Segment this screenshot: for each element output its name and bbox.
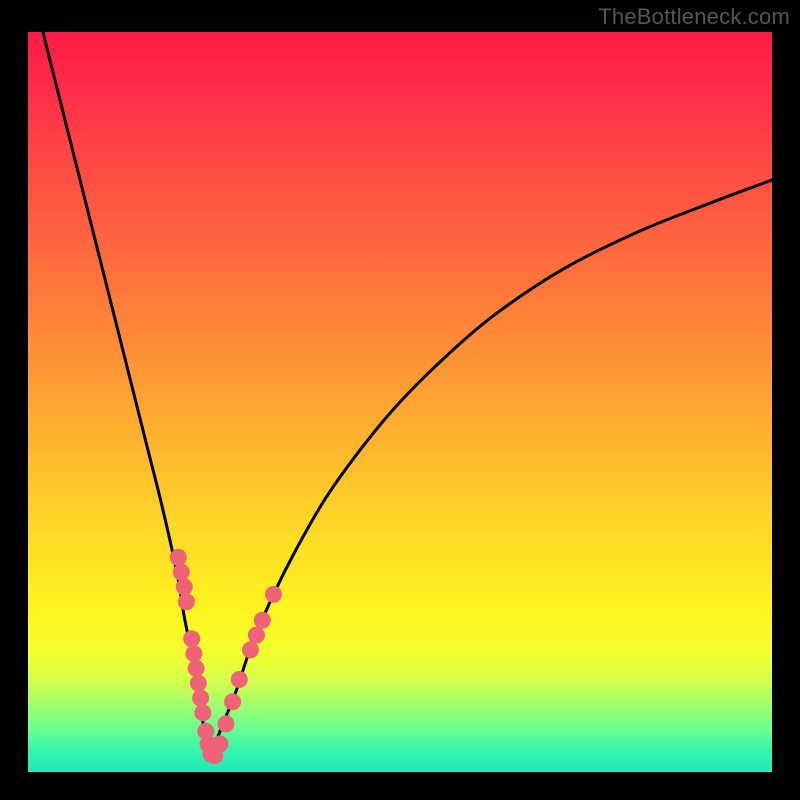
- marker-dot: [254, 612, 271, 629]
- marker-dot: [224, 693, 241, 710]
- marker-dot: [185, 645, 202, 662]
- marker-dot: [192, 690, 209, 707]
- marker-dot: [190, 675, 207, 692]
- watermark-text: TheBottleneck.com: [598, 4, 790, 30]
- marker-dots: [170, 549, 282, 764]
- marker-dot: [173, 564, 190, 581]
- plot-area: [28, 32, 772, 772]
- marker-dot: [265, 586, 282, 603]
- marker-dot: [188, 660, 205, 677]
- right-branch-curve: [210, 180, 772, 757]
- marker-dot: [217, 715, 234, 732]
- marker-dot: [183, 630, 200, 647]
- marker-dot: [194, 704, 211, 721]
- outer-frame: TheBottleneck.com: [0, 0, 800, 800]
- left-branch-curve: [43, 32, 210, 757]
- marker-dot: [178, 593, 195, 610]
- marker-dot: [242, 641, 259, 658]
- curve-svg: [28, 32, 772, 772]
- marker-dot: [170, 549, 187, 566]
- marker-dot: [231, 671, 248, 688]
- marker-dot: [248, 627, 265, 644]
- marker-dot: [176, 579, 193, 596]
- marker-dot: [211, 735, 228, 752]
